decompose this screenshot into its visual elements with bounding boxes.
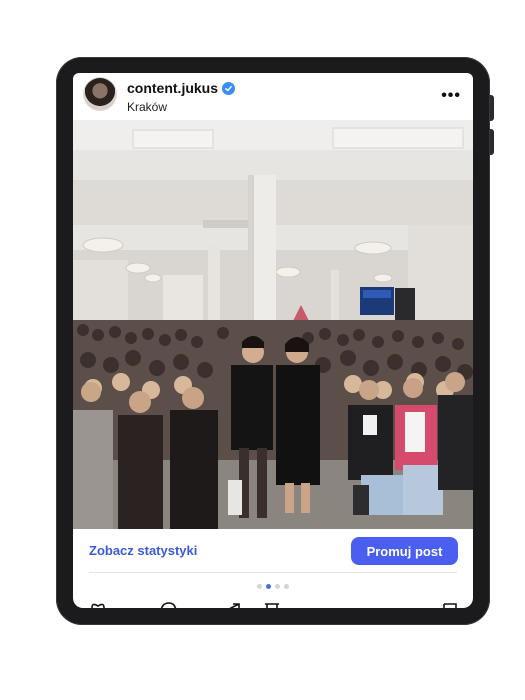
share-icon[interactable] [223, 601, 241, 608]
carousel-dot [284, 584, 289, 589]
username-row[interactable]: content.jukus [127, 80, 236, 96]
bookmark-icon[interactable] [263, 601, 281, 608]
carousel-indicator [73, 584, 473, 589]
comment-icon[interactable] [159, 601, 177, 608]
carousel-dot [257, 584, 262, 589]
more-options-icon[interactable]: ••• [441, 87, 461, 105]
post-action-icons [73, 601, 473, 608]
post-header: content.jukus Kraków ••• [73, 73, 473, 120]
divider [89, 572, 457, 573]
post-photo[interactable] [73, 120, 473, 529]
verified-icon [222, 81, 236, 95]
post-location[interactable]: Kraków [127, 100, 167, 114]
username[interactable]: content.jukus [127, 80, 218, 96]
heart-icon[interactable] [89, 601, 107, 608]
tablet-frame: content.jukus Kraków ••• Zobacz statysty… [56, 57, 494, 625]
save-icon[interactable] [441, 601, 459, 608]
view-insights-link[interactable]: Zobacz statystyki [89, 543, 197, 558]
avatar[interactable] [84, 78, 116, 110]
carousel-dot [275, 584, 280, 589]
screen: content.jukus Kraków ••• Zobacz statysty… [73, 73, 473, 608]
volume-down-button [490, 129, 494, 155]
post-actions: Zobacz statystyki Promuj post [73, 529, 473, 571]
carousel-dot-active [266, 584, 271, 589]
promote-post-button[interactable]: Promuj post [351, 537, 458, 565]
volume-up-button [490, 95, 494, 121]
